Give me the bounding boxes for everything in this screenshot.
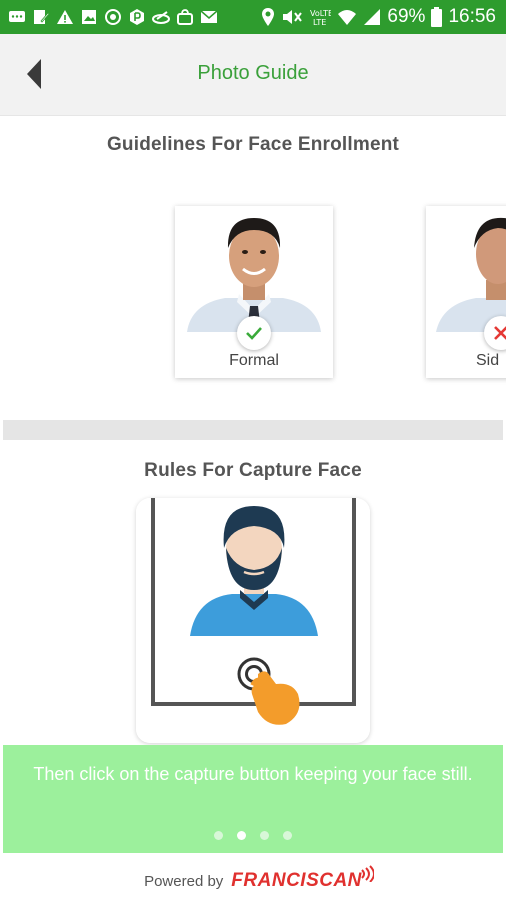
section-divider — [3, 420, 503, 440]
edit-icon — [34, 10, 50, 24]
page-dot-1[interactable] — [214, 831, 223, 840]
tip-banner: Then click on the capture button keeping… — [3, 745, 503, 853]
message-icon — [9, 11, 25, 22]
formal-photo — [175, 206, 333, 332]
side-photo — [426, 206, 506, 332]
page-title: Photo Guide — [197, 62, 309, 84]
cross-icon — [494, 326, 506, 340]
signal-icon — [364, 9, 381, 25]
clock: 16:56 — [448, 6, 496, 27]
battery-icon — [431, 7, 443, 27]
sync-icon — [105, 9, 121, 25]
card-label-formal: Formal — [229, 352, 279, 369]
mute-icon — [283, 10, 303, 24]
guidelines-carousel[interactable]: Formal Sid — [0, 200, 506, 385]
parking-icon — [130, 9, 144, 25]
powered-by-text: Powered by — [144, 872, 224, 890]
rules-title: Rules For Capture Face — [144, 460, 362, 481]
tip-text: Then click on the capture button keeping… — [33, 764, 473, 784]
guidelines-title: Guidelines For Face Enrollment — [106, 134, 400, 155]
guideline-card-side[interactable]: Sid — [426, 206, 506, 378]
brand-logo: FRANCISCAN — [231, 865, 374, 892]
brand-name: FRANCISCAN — [231, 870, 362, 891]
page-dot-3[interactable] — [260, 831, 269, 840]
page-dot-4[interactable] — [283, 831, 292, 840]
cross-badge — [484, 316, 506, 350]
image-icon — [82, 10, 96, 24]
mail-icon — [200, 10, 218, 23]
card-label-side: Sid — [476, 352, 500, 369]
status-bar: VoLTE LTE 69% 16:56 — [0, 0, 506, 34]
svg-text:VoLTE: VoLTE — [310, 9, 331, 18]
check-icon — [246, 327, 262, 340]
guideline-card-formal[interactable]: Formal — [175, 206, 333, 378]
footer: Powered by FRANCISCAN — [0, 862, 506, 900]
check-badge — [237, 316, 271, 350]
page-indicator — [3, 831, 503, 840]
capture-phone-illustration — [136, 498, 370, 743]
signal-waves-icon — [361, 865, 374, 882]
app-bar: Photo Guide — [0, 34, 506, 116]
wifi-icon — [338, 10, 357, 25]
svg-text:LTE: LTE — [313, 18, 326, 27]
battery-percentage: 69% — [387, 6, 426, 27]
capture-illustration — [136, 498, 370, 743]
notification-icons — [8, 7, 218, 27]
volte-icon: VoLTELTE — [310, 9, 331, 27]
location-icon — [262, 8, 275, 26]
page-dot-2[interactable] — [237, 831, 246, 840]
bag-icon — [177, 9, 193, 25]
warning-icon — [57, 10, 73, 24]
pen-icon — [152, 11, 170, 24]
system-icons: VoLTE LTE 69% 16:56 — [261, 0, 496, 34]
